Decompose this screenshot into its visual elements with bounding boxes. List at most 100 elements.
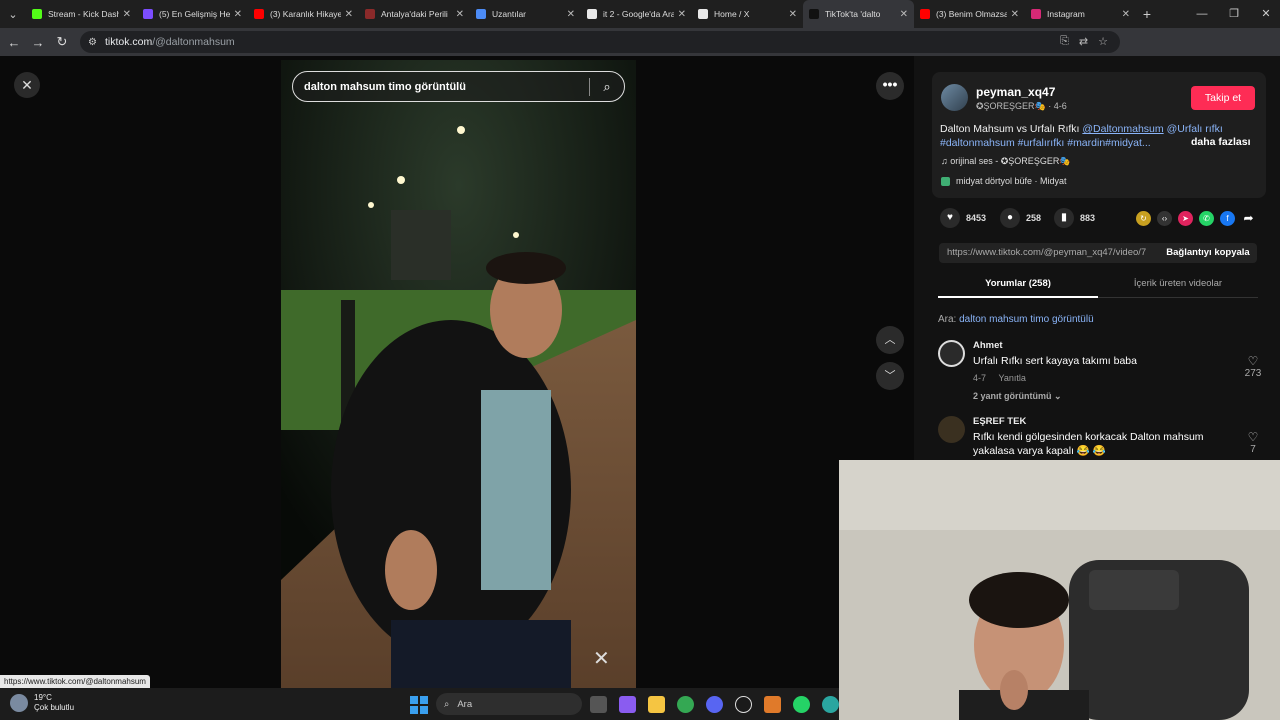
app-icon[interactable]	[764, 696, 781, 713]
comment-like-count: 7	[1250, 444, 1256, 455]
tab-comments[interactable]: Yorumlar (258)	[938, 278, 1098, 289]
view-replies-button[interactable]: 2 yanıt görüntümü ⌄	[973, 391, 1062, 402]
follow-button[interactable]: Takip et	[1191, 86, 1255, 110]
comment-author[interactable]: Ahmet	[973, 340, 1003, 351]
close-video-button[interactable]: ✕	[14, 72, 40, 98]
new-tab-button[interactable]: +	[1136, 6, 1158, 22]
music-link[interactable]: ♫ orijinal ses - ✪ŞOREŞGER🎭	[941, 156, 1071, 167]
window-close-icon[interactable]: ✕	[1250, 0, 1280, 28]
bookmark-star-icon[interactable]: ☆	[1098, 35, 1108, 48]
tab-close-icon[interactable]: ✕	[123, 9, 131, 20]
status-bar-url: https://www.tiktok.com/@daltonmahsum	[0, 675, 150, 688]
comment-author[interactable]: EŞREF TEK	[973, 416, 1026, 427]
browser-tab[interactable]: Stream - Kick Dash ✕	[26, 0, 137, 28]
embed-icon[interactable]: ‹›	[1157, 211, 1172, 226]
obs-icon[interactable]	[735, 696, 752, 713]
capcut-logo-icon: ✕	[593, 648, 610, 670]
tab-close-icon[interactable]: ✕	[678, 9, 686, 20]
video-url[interactable]: https://www.tiktok.com/@peyman_xq47/vide…	[947, 247, 1147, 258]
tab-strip: ⌄ Stream - Kick Dash ✕ (5) En Gelişmiş Hes…	[0, 0, 1280, 28]
author-avatar[interactable]	[941, 84, 968, 111]
taskbar-search-label: Ara	[457, 698, 473, 710]
mention-link-2[interactable]: @Urfalı rıfkı	[1167, 123, 1223, 135]
copilot-icon[interactable]	[619, 696, 636, 713]
more-options-button[interactable]: •••	[876, 72, 904, 100]
file-explorer-icon[interactable]	[648, 696, 665, 713]
forward-icon[interactable]: →	[26, 35, 50, 50]
tab-favicon-icon	[1031, 9, 1041, 19]
tab-close-icon[interactable]: ✕	[900, 9, 908, 20]
browser-tab[interactable]: (3) Karanlık Hikaye ✕	[248, 0, 359, 28]
copy-link-row: https://www.tiktok.com/@peyman_xq47/vide…	[939, 243, 1257, 263]
discord-icon[interactable]	[706, 696, 723, 713]
browser-toolbar: ← → ↻ ⚙ tiktok.com/@daltonmahsum ⎘ ⇄ ☆ ■…	[0, 28, 1280, 75]
whatsapp-icon[interactable]: ✆	[1199, 211, 1214, 226]
save-button[interactable]: ▮ 883	[1054, 208, 1095, 228]
taskbar-search[interactable]: ⌕ Ara	[436, 693, 582, 715]
browser-tab[interactable]: it 2 - Google'da Ara ✕	[581, 0, 692, 28]
translate-icon[interactable]: ⇄	[1079, 35, 1088, 48]
facebook-icon[interactable]: f	[1220, 211, 1235, 226]
restore-icon[interactable]: ❐	[1218, 0, 1250, 28]
browser-tab[interactable]: Instagram ✕	[1025, 0, 1136, 28]
site-info-icon[interactable]: ⚙	[88, 37, 97, 48]
browser-tab[interactable]: (3) Benim Olmazsa ✕	[914, 0, 1025, 28]
description-text: Dalton Mahsum vs Urfalı Rıfkı	[940, 123, 1083, 135]
comment-date: 4-7	[973, 373, 987, 383]
address-bar[interactable]: ⚙ tiktok.com/@daltonmahsum ⎘ ⇄ ☆	[80, 31, 1120, 53]
comment-avatar[interactable]	[938, 340, 965, 367]
share-arrow-icon[interactable]: ➦	[1241, 211, 1256, 226]
tab-search-menu[interactable]: ⌄	[0, 8, 26, 21]
back-icon[interactable]: ←	[2, 35, 26, 50]
browser-tab[interactable]: Antalya'daki Perili ✕	[359, 0, 470, 28]
browser-tab[interactable]: TikTok'ta 'dalto ✕	[803, 0, 914, 28]
comment-like-button[interactable]: ♡ 7	[1243, 430, 1263, 455]
search-icon[interactable]: ⌕	[590, 79, 624, 95]
app-icon-2[interactable]	[822, 696, 839, 713]
heart-icon: ♥	[940, 208, 960, 228]
comment-avatar[interactable]	[938, 416, 965, 443]
next-video-button[interactable]: ﹀	[876, 362, 904, 390]
tab-close-icon[interactable]: ✕	[345, 9, 353, 20]
whatsapp-app-icon[interactable]	[793, 696, 810, 713]
send-icon[interactable]: ➤	[1178, 211, 1193, 226]
show-more-link[interactable]: daha fazlası	[1191, 136, 1251, 148]
browser-tab[interactable]: Uzantılar ✕	[470, 0, 581, 28]
related-search-prefix: Ara:	[938, 314, 960, 325]
weather-desc: Çok bulutlu	[34, 703, 75, 712]
tab-close-icon[interactable]: ✕	[1011, 9, 1019, 20]
tab-close-icon[interactable]: ✕	[1122, 9, 1130, 20]
copy-link-button[interactable]: Bağlantıyı kopyala	[1159, 243, 1257, 263]
tab-close-icon[interactable]: ✕	[567, 9, 575, 20]
comment-like-button[interactable]: ♡ 273	[1243, 354, 1263, 379]
weather-widget[interactable]: 19°C Çok bulutlu	[10, 693, 74, 713]
related-search[interactable]: Ara: dalton mahsum timo görüntülü	[938, 314, 1094, 325]
hashtags[interactable]: #daltonmahsum #urfalırıfkı #mardin#midya…	[940, 137, 1151, 149]
location-icon	[941, 176, 950, 186]
tab-title: (3) Karanlık Hikaye	[270, 9, 341, 19]
tab-creator-videos[interactable]: İçerik üreten videolar	[1098, 278, 1258, 289]
tab-title: TikTok'ta 'dalto	[825, 9, 881, 19]
mention-link[interactable]: @Daltonmahsum	[1082, 123, 1163, 135]
reply-button[interactable]: Yanıtla	[999, 373, 1026, 383]
install-app-icon[interactable]: ⎘	[1060, 35, 1069, 48]
browser-tab[interactable]: (5) En Gelişmiş Hes ✕	[137, 0, 248, 28]
location-link[interactable]: midyat dörtyol büfe · Midyat	[941, 176, 1067, 186]
repost-icon[interactable]: ↻	[1136, 211, 1151, 226]
like-button[interactable]: ♥ 8453	[940, 208, 986, 228]
minimize-icon[interactable]: —	[1186, 0, 1218, 28]
comment-button[interactable]: ● 258	[1000, 208, 1041, 228]
browser-tab[interactable]: Home / X ✕	[692, 0, 803, 28]
author-username[interactable]: peyman_xq47	[976, 85, 1055, 99]
tab-close-icon[interactable]: ✕	[789, 9, 797, 20]
task-view-icon[interactable]	[590, 696, 607, 713]
reload-icon[interactable]: ↻	[50, 34, 74, 50]
related-search-query[interactable]: dalton mahsum timo görüntülü	[959, 314, 1094, 325]
start-menu-icon[interactable]	[410, 696, 428, 714]
video-search-bar[interactable]: dalton mahsum timo görüntülü ⌕	[292, 71, 625, 102]
chrome-icon[interactable]	[677, 696, 694, 713]
video-player[interactable]	[281, 60, 636, 688]
previous-video-button[interactable]: ︿	[876, 326, 904, 354]
tab-close-icon[interactable]: ✕	[234, 9, 242, 20]
tab-close-icon[interactable]: ✕	[456, 9, 464, 20]
